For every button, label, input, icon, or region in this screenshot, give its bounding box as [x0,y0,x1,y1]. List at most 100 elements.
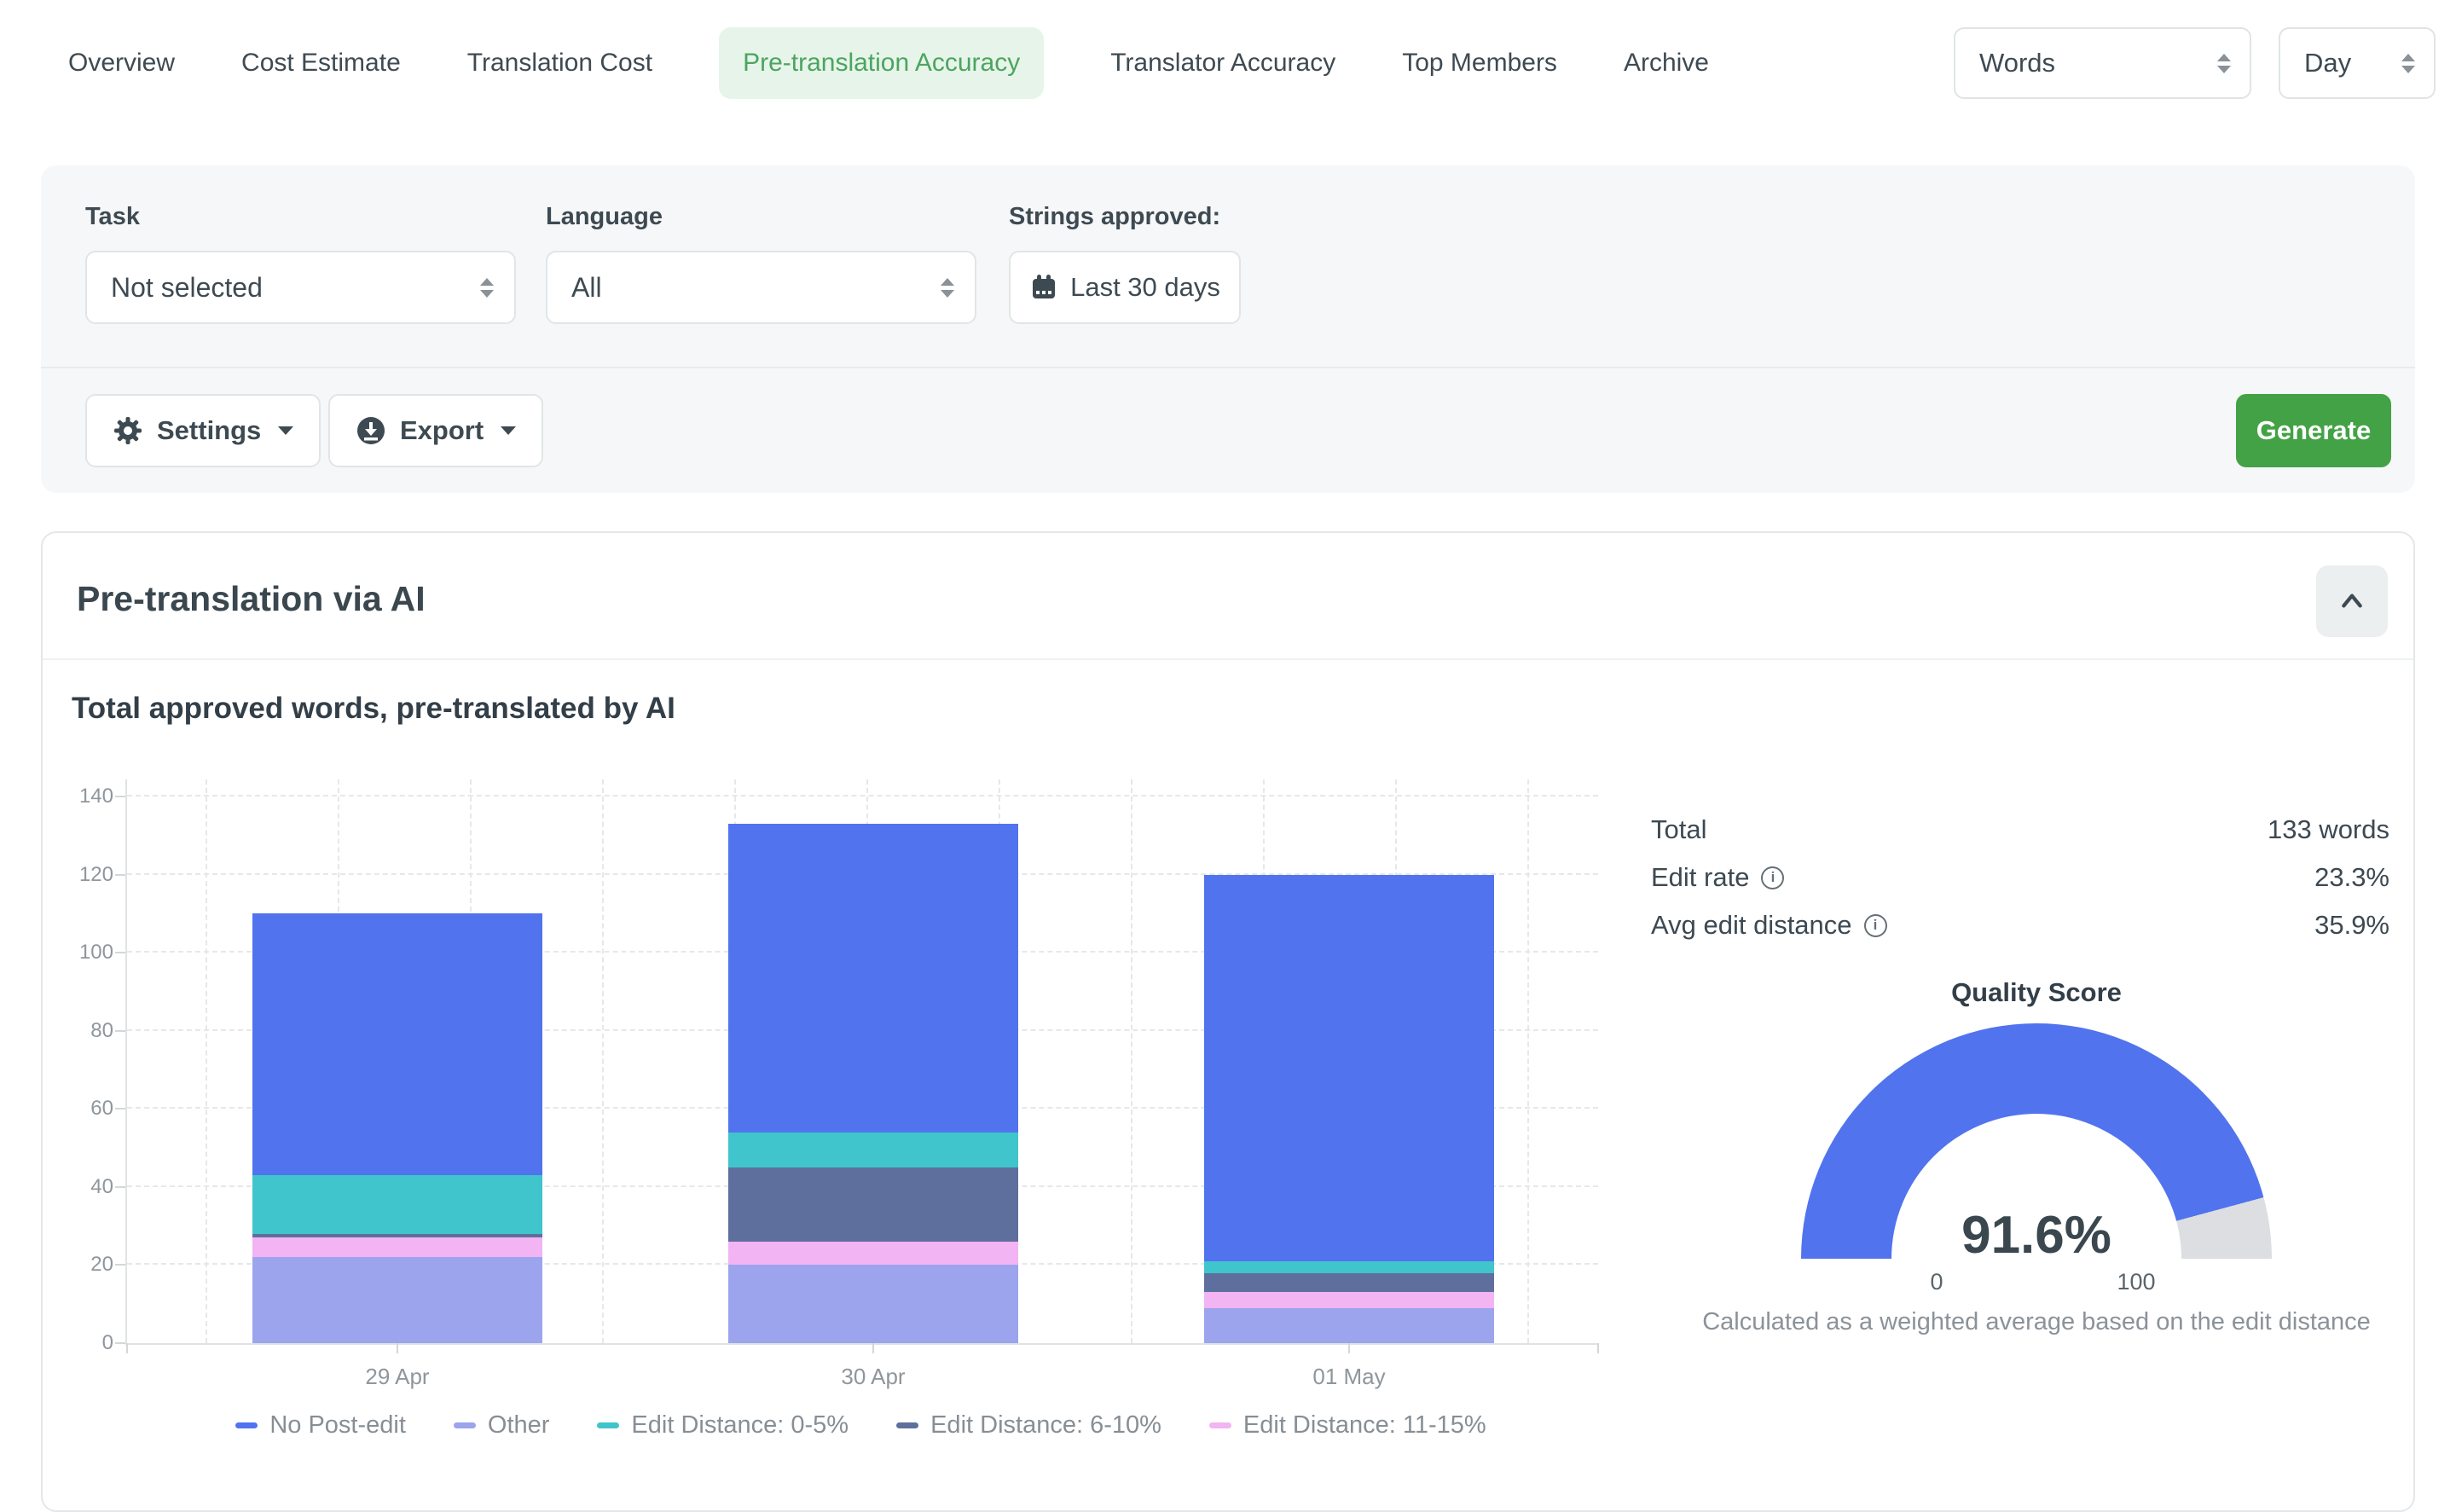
legend-label: No Post-edit [269,1411,406,1440]
tab-translation-cost[interactable]: Translation Cost [467,49,652,78]
gauge-caption: Calculated as a weighted average based o… [1695,1308,2378,1336]
bar-01-may[interactable] [1204,875,1494,1343]
card-title: Pre-translation via AI [77,579,426,619]
bar-segment-other[interactable] [728,1265,1018,1343]
y-axis-label: 140 [71,785,113,808]
unit-select[interactable]: Words [1954,27,2251,99]
strings-approved-label: Strings approved: [1009,203,1220,231]
tab-archive[interactable]: Archive [1624,49,1709,78]
unit-select-value: Words [1979,48,2055,78]
y-tick-mark [115,1342,125,1344]
tab-top-members[interactable]: Top Members [1402,49,1557,78]
period-select[interactable]: Day [2279,27,2436,99]
language-select-value: All [571,272,602,304]
chart-title: Total approved words, pre-translated by … [72,692,675,726]
gauge-min-label: 0 [1930,1269,1943,1295]
legend-label: Edit Distance: 0-5% [631,1411,849,1440]
filters-panel: Task Language Strings approved: Not sele… [41,165,2415,493]
task-select[interactable]: Not selected [85,251,516,324]
stat-row: Avg edit distancei 35.9% [1651,910,2389,941]
bar-segment-other[interactable] [1204,1308,1494,1343]
y-tick-mark [115,1264,125,1266]
nav-tabs: Overview Cost Estimate Translation Cost Pre… [68,27,1709,99]
x-tick-mark [1597,1343,1599,1353]
stat-row: Edit ratei 23.3% [1651,862,2389,893]
date-range-button[interactable]: Last 30 days [1009,251,1241,324]
select-stepper-icon [2217,54,2231,73]
info-icon[interactable]: i [1864,914,1887,937]
generate-button[interactable]: Generate [2236,394,2391,467]
tab-overview[interactable]: Overview [68,49,175,78]
stat-label: Avg edit distancei [1651,910,1887,941]
task-label: Task [85,203,140,231]
bar-segment-edit-distance-6-10[interactable] [1204,1273,1494,1293]
bar-segment-edit-distance-11-15[interactable] [252,1237,542,1257]
select-stepper-icon [2401,54,2415,73]
bar-segment-no-post-edit[interactable] [252,913,542,1175]
legend-swatch-icon [1209,1422,1231,1428]
bar-30-apr[interactable] [728,824,1018,1343]
x-axis-label: 29 Apr [365,1364,429,1390]
report-tabs-bar: Overview Cost Estimate Translation Cost Pre… [0,0,2456,126]
legend-item-other[interactable]: Other [454,1411,550,1440]
legend-item-edit-distance-11-15[interactable]: Edit Distance: 11-15% [1209,1411,1486,1440]
bar-segment-edit-distance-0-5[interactable] [1204,1261,1494,1273]
tab-translator-accuracy[interactable]: Translator Accuracy [1110,49,1335,78]
stat-row: Total133 words [1651,814,2389,845]
card-header-divider [43,658,2413,660]
chevron-down-icon [278,426,293,435]
stat-value: 23.3% [2314,862,2389,893]
collapse-button[interactable] [2316,565,2388,637]
stat-value: 35.9% [2314,910,2389,941]
info-icon[interactable]: i [1761,866,1784,889]
y-axis-label: 40 [71,1175,113,1199]
pretranslation-card: Pre-translation via AI Total approved wo… [41,531,2415,1512]
y-tick-mark [115,1186,125,1188]
x-axis-label: 30 Apr [841,1364,905,1390]
legend-swatch-icon [896,1422,918,1428]
legend-label: Other [488,1411,550,1440]
tab-pre-translation-accuracy[interactable]: Pre-translation Accuracy [719,27,1044,99]
legend-swatch-icon [235,1422,258,1428]
bar-29-apr[interactable] [252,913,542,1343]
x-tick-mark [397,1343,398,1353]
gauge-value: 91.6% [1801,1205,2272,1266]
export-button[interactable]: Export [328,394,543,467]
select-stepper-icon [941,278,954,298]
y-axis-label: 120 [71,863,113,887]
calendar-icon [1029,273,1058,302]
legend-item-edit-distance-0-5[interactable]: Edit Distance: 0-5% [597,1411,849,1440]
chevron-up-icon [2337,588,2366,614]
y-axis-label: 60 [71,1097,113,1121]
task-select-value: Not selected [111,272,263,304]
bar-segment-no-post-edit[interactable] [1204,875,1494,1261]
export-button-label: Export [400,415,484,446]
bar-segment-edit-distance-11-15[interactable] [728,1242,1018,1265]
legend-swatch-icon [454,1422,476,1428]
bar-segment-edit-distance-11-15[interactable] [1204,1292,1494,1307]
y-tick-mark [115,874,125,876]
bar-segment-edit-distance-0-5[interactable] [252,1175,542,1234]
settings-button[interactable]: Settings [85,394,321,467]
bar-segment-edit-distance-6-10[interactable] [728,1167,1018,1242]
tab-cost-estimate[interactable]: Cost Estimate [241,49,401,78]
x-tick-mark [1348,1343,1350,1353]
y-axis-label: 0 [71,1331,113,1355]
y-tick-mark [115,1108,125,1109]
x-axis-label: 01 May [1312,1364,1385,1390]
v-gridline [602,779,604,1343]
legend-item-no-post-edit[interactable]: No Post-edit [235,1411,406,1440]
language-select[interactable]: All [546,251,976,324]
x-tick-mark [126,1343,128,1353]
stat-label: Edit ratei [1651,862,1784,893]
x-tick-mark [872,1343,874,1353]
y-tick-mark [115,1030,125,1032]
language-label: Language [546,203,663,231]
quality-score-section: Quality Score 91.6% 0 100 Calculated as … [1695,977,2378,1336]
stat-label: Total [1651,814,1706,845]
bar-segment-no-post-edit[interactable] [728,824,1018,1133]
bar-segment-other[interactable] [252,1257,542,1343]
legend-swatch-icon [597,1422,619,1428]
legend-item-edit-distance-6-10[interactable]: Edit Distance: 6-10% [896,1411,1161,1440]
bar-segment-edit-distance-0-5[interactable] [728,1133,1018,1167]
